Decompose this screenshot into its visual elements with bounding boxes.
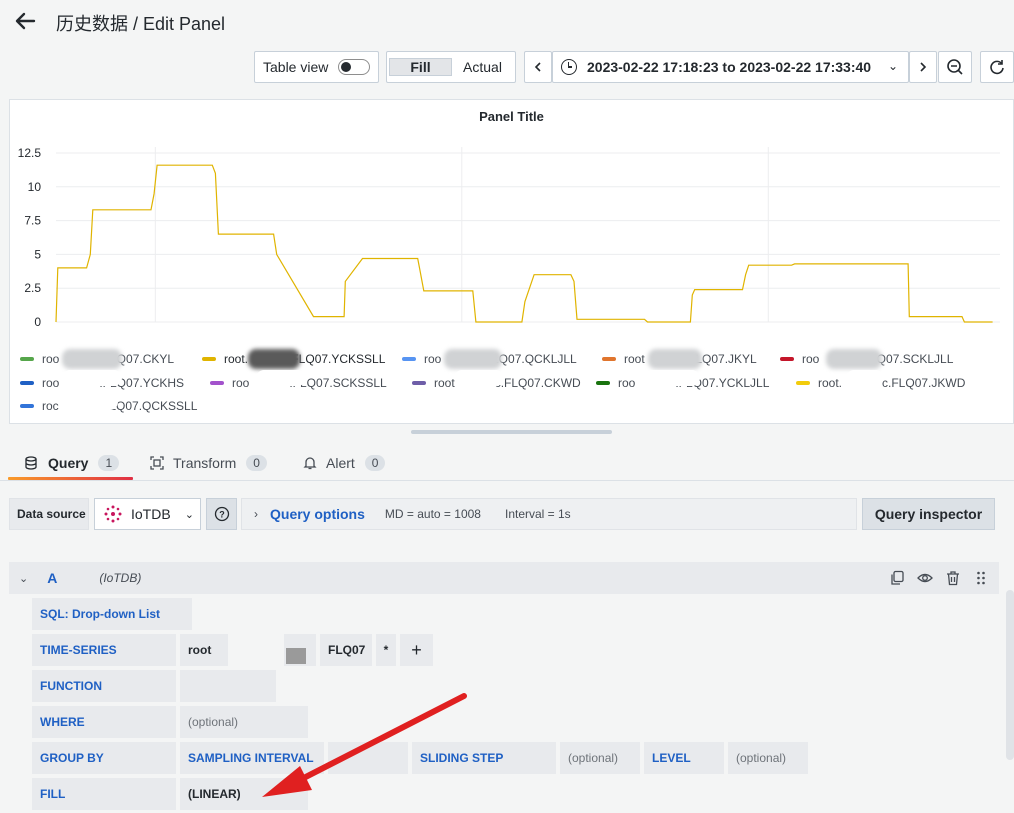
annotation-arrow-icon bbox=[262, 693, 467, 797]
